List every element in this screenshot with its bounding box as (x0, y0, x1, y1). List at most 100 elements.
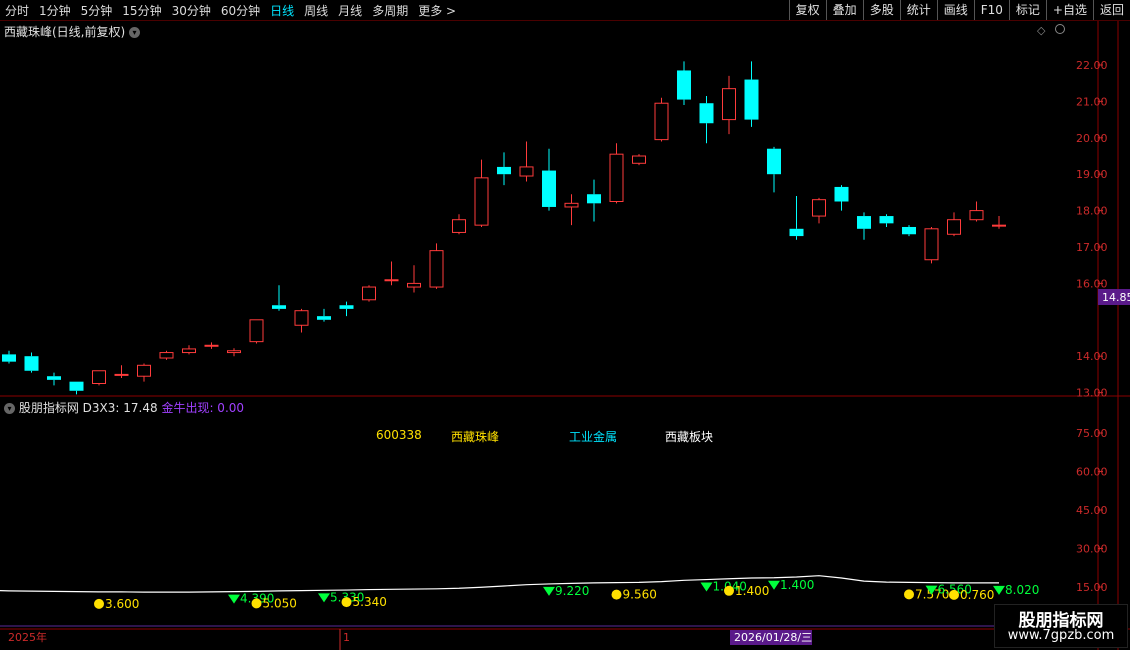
period-tab[interactable]: 15分钟 (117, 2, 166, 19)
price-badge: 14.85 (1102, 291, 1130, 304)
action-button[interactable]: F10 (973, 0, 1009, 20)
sell-marker: 1.400 (768, 578, 814, 592)
marker-label: 0.760 (960, 588, 994, 602)
candle (812, 197, 826, 224)
indicator-tick-label: 75.00 (1076, 427, 1108, 440)
period-toolbar: 分时 1分钟 5分钟 15分钟 30分钟 60分钟 日线 周线 月线 多周期 更多 > 复权 叠加 多股… (0, 0, 1130, 21)
period-tabs: 分时 1分钟 5分钟 15分钟 30分钟 60分钟 日线 周线 月线 多周期 更多 > (0, 0, 461, 20)
marker-label: 5.340 (353, 595, 387, 609)
candle (542, 148, 556, 211)
candle (654, 97, 669, 142)
marker-label: 1.400 (780, 578, 814, 592)
price-tick-label: 18.00 (1076, 205, 1108, 218)
action-button[interactable]: +自选 (1045, 0, 1093, 20)
action-button[interactable]: 统计 (899, 0, 937, 20)
indicator-tick-label: 30.00 (1076, 543, 1108, 556)
circle-icon[interactable] (1055, 24, 1065, 34)
buy-marker: 9.560 (611, 588, 657, 602)
action-button[interactable]: 复权 (788, 0, 826, 20)
candle (339, 301, 354, 317)
action-button[interactable]: 标记 (1008, 0, 1046, 20)
candle (429, 243, 444, 289)
candle (497, 152, 511, 186)
price-tick-label: 21.00 (1076, 95, 1108, 108)
diamond-icon[interactable]: ◇ (1037, 24, 1046, 37)
price-axis: 22.00 21.00 20.00 19.00 18.00 17.00 16.00 14.00… (1076, 59, 1108, 400)
chevron-down-icon[interactable]: ▾ (129, 27, 141, 38)
candle (699, 95, 714, 144)
period-tab[interactable]: 周线 (299, 2, 333, 19)
candle (789, 196, 804, 240)
period-tab[interactable]: 5分钟 (76, 2, 118, 19)
candle (159, 350, 174, 360)
price-tick-label: 17.00 (1076, 241, 1108, 254)
candle (924, 226, 939, 264)
candlestick-series (2, 61, 1006, 395)
action-button[interactable]: 叠加 (825, 0, 863, 20)
candle (902, 225, 916, 237)
sell-marker: 9.220 (543, 584, 589, 598)
candle (137, 363, 151, 382)
indicator-name: 股朋指标网 (18, 401, 79, 415)
candle (722, 75, 736, 135)
candle (969, 201, 984, 222)
price-tick-label: 19.00 (1076, 168, 1108, 181)
period-tab[interactable]: 1分钟 (34, 2, 76, 19)
year-label: 2025年 (8, 630, 47, 644)
candle (744, 61, 759, 127)
indicator-value: D3X3: 17.48 (82, 401, 158, 415)
sell-marker: 8.020 (993, 583, 1039, 597)
kline-chart[interactable]: 22.00 21.00 20.00 19.00 18.00 17.00 16.00 14.00… (0, 21, 1130, 650)
watermark-logo: 股朋指标网 www.7gpzb.com (994, 604, 1128, 648)
candle (879, 214, 894, 227)
candle (452, 214, 466, 235)
action-button[interactable]: 多股 (862, 0, 900, 20)
cursor-date: 2026/01/28/三 (734, 631, 812, 644)
candle (677, 61, 691, 106)
stock-code: 600338 (376, 428, 422, 442)
chevron-down-icon[interactable]: ▾ (4, 403, 15, 414)
candle (317, 308, 331, 322)
period-tab[interactable]: 月线 (333, 2, 367, 19)
candle (204, 342, 219, 349)
period-tab[interactable]: 分时 (0, 2, 34, 19)
candle (834, 185, 849, 211)
period-tab[interactable]: 60分钟 (216, 2, 265, 19)
candle (227, 348, 241, 357)
candle (609, 143, 624, 204)
candle (474, 159, 489, 227)
indicator-tick-label: 15.00 (1076, 581, 1108, 594)
price-tick-label: 20.00 (1076, 132, 1108, 145)
signal-value: 金牛出现: 0.00 (161, 401, 245, 415)
stock-name: 西藏珠峰 (451, 430, 500, 444)
indicator-tick-label: 45.00 (1076, 504, 1108, 517)
candle (47, 372, 61, 386)
stock-sector: 西藏板块 (665, 430, 714, 444)
period-tab[interactable]: 更多 > (413, 2, 461, 19)
period-tab[interactable]: 30分钟 (167, 2, 216, 19)
candle (294, 308, 309, 333)
candle (587, 179, 601, 222)
price-tick-label: 22.00 (1076, 59, 1108, 72)
period-tab[interactable]: 多周期 (367, 2, 413, 19)
marker-label: 9.560 (623, 588, 657, 602)
candle (632, 154, 646, 166)
marker-label: 9.220 (555, 584, 589, 598)
candle (69, 381, 84, 395)
candle (767, 146, 781, 193)
main-panel-title: 西藏珠峰(日线,前复权) (4, 25, 126, 39)
candle (564, 194, 579, 226)
candle (407, 265, 421, 293)
candle (2, 350, 16, 364)
period-tab[interactable]: 日线 (265, 2, 299, 19)
candle (249, 319, 264, 344)
buy-marker: 3.600 (94, 597, 139, 611)
indicator-header: ▾ 股朋指标网 D3X3: 17.48 金牛出现: 0.00 (4, 399, 244, 416)
candle (362, 285, 376, 302)
marker-label: 1.400 (735, 584, 769, 598)
watermark-url: www.7gpzb.com (1007, 628, 1115, 643)
candle (92, 370, 106, 386)
action-buttons: 复权 叠加 多股 统计 画线 F10 标记 +自选 返回 (788, 0, 1130, 20)
action-button[interactable]: 返回 (1092, 0, 1130, 20)
action-button[interactable]: 画线 (936, 0, 974, 20)
